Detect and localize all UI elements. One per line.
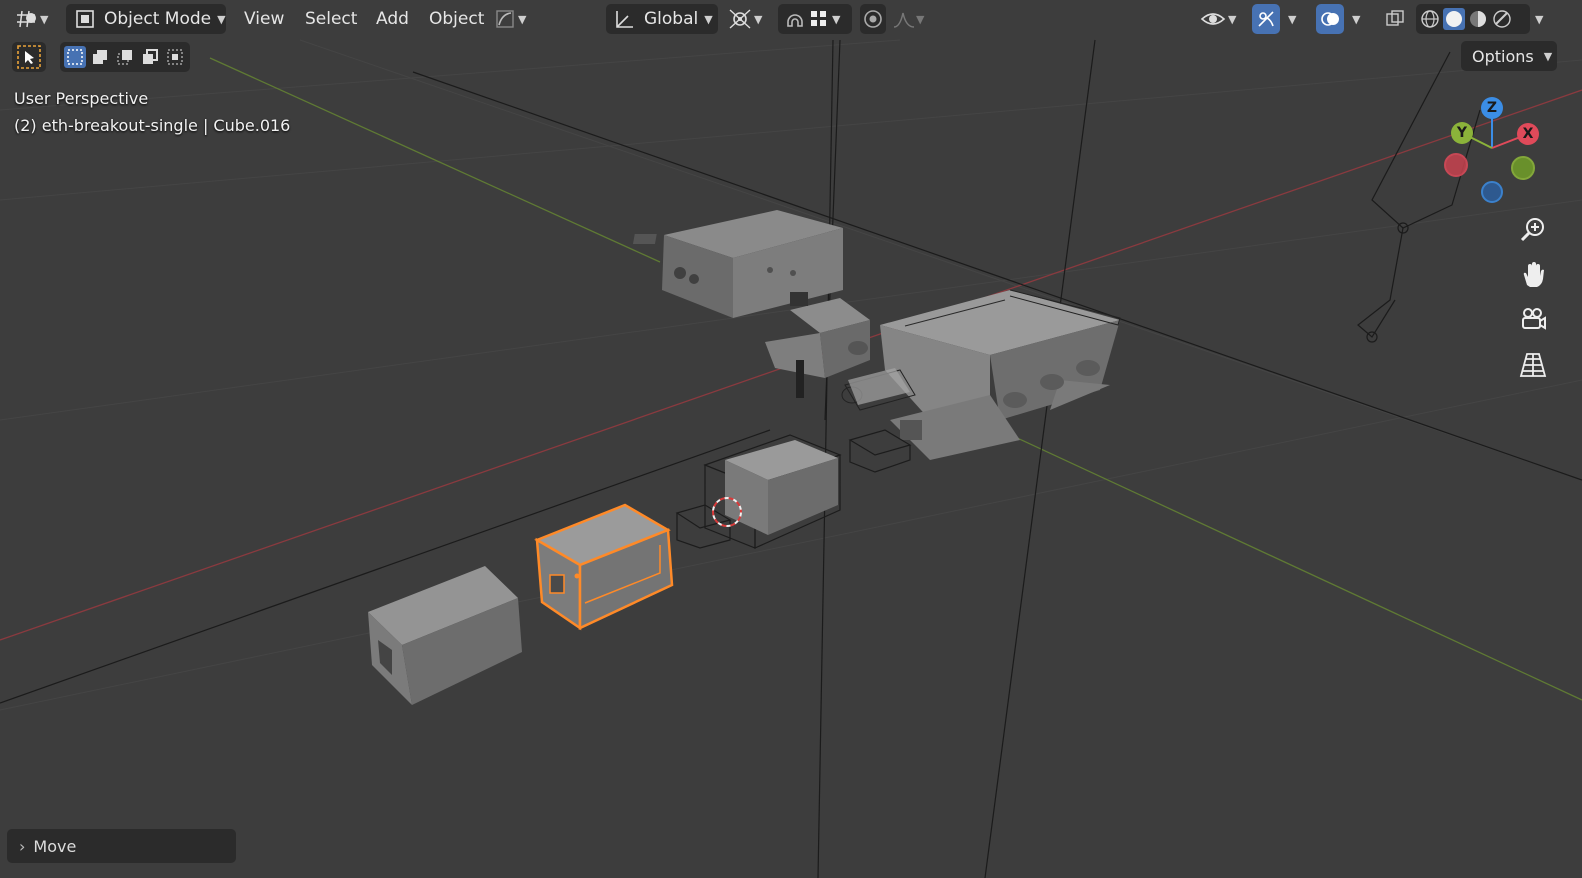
menu-select[interactable]: Select xyxy=(294,4,368,34)
proportional-edit-toggle[interactable] xyxy=(860,4,886,34)
active-tool-button[interactable] xyxy=(12,42,46,72)
object-info-label: (2) eth-breakout-single | Cube.016 xyxy=(14,116,291,135)
camera-view-button[interactable] xyxy=(1513,300,1553,340)
mode-label: Object Mode xyxy=(104,9,212,29)
socket-solid-mesh[interactable] xyxy=(725,440,838,535)
shading-group[interactable] xyxy=(1416,4,1530,34)
selected-cube-016[interactable] xyxy=(534,503,674,631)
gizmo-x-axis[interactable]: X xyxy=(1517,123,1539,145)
gizmo-neg-y-axis[interactable] xyxy=(1511,156,1535,180)
snap-icon[interactable] xyxy=(782,8,808,30)
gizmo-neg-x-axis[interactable] xyxy=(1444,153,1468,177)
select-box-tool-icon xyxy=(16,44,42,70)
visibility-icon xyxy=(1200,8,1226,30)
orientation-dropdown[interactable]: Global ▼ xyxy=(606,4,718,34)
overlay-dropdown[interactable]: ▼ xyxy=(1348,4,1368,34)
main-board-mesh[interactable] xyxy=(841,289,1121,460)
gizmo-icon xyxy=(1255,8,1277,30)
zoom-button[interactable] xyxy=(1513,210,1553,250)
shading-solid-icon[interactable] xyxy=(1443,8,1465,30)
gizmo-y-axis[interactable]: Y xyxy=(1451,122,1473,144)
menu-object[interactable]: Object xyxy=(418,4,495,34)
shading-material-icon[interactable] xyxy=(1467,8,1489,30)
transform-affect-icon xyxy=(494,8,516,30)
pivot-dropdown[interactable]: ▼ xyxy=(728,4,770,34)
y-axis-line xyxy=(209,57,661,263)
last-operator-label: Move xyxy=(33,836,77,856)
perspective-toggle-button[interactable] xyxy=(1513,345,1553,385)
3d-viewport[interactable]: ▼ Object Mode ▼ View Select Add Object ▼… xyxy=(0,0,1582,878)
select-subtract-icon[interactable] xyxy=(114,46,136,68)
overlay-icon xyxy=(1319,8,1341,30)
zoom-icon xyxy=(1519,216,1547,244)
overlay-toggle[interactable] xyxy=(1316,4,1344,34)
select-new-icon[interactable] xyxy=(64,46,86,68)
gizmo-z-axis[interactable]: Z xyxy=(1481,97,1503,119)
selection-mode-group[interactable] xyxy=(60,42,190,72)
select-invert-icon[interactable] xyxy=(139,46,161,68)
pan-hand-icon xyxy=(1519,261,1547,289)
gizmo-neg-z-axis[interactable] xyxy=(1481,181,1503,203)
options-dropdown[interactable]: Options ▼ xyxy=(1461,41,1557,71)
top-enclosure-mesh[interactable] xyxy=(632,210,843,318)
tool-settings-row xyxy=(12,42,190,74)
editor-type-icon xyxy=(14,9,38,29)
last-operator-panel[interactable]: › Move xyxy=(7,829,236,863)
gizmo-dropdown[interactable]: ▼ xyxy=(1284,4,1304,34)
gizmo-toggle[interactable] xyxy=(1252,4,1280,34)
options-label: Options xyxy=(1472,46,1534,66)
menu-view[interactable]: View xyxy=(233,4,295,34)
shading-wireframe-icon[interactable] xyxy=(1419,8,1441,30)
editor-type-dropdown[interactable]: ▼ xyxy=(14,4,60,34)
chevron-down-icon: ▼ xyxy=(704,12,713,26)
orientation-icon xyxy=(612,8,636,30)
snap-grid-icon[interactable] xyxy=(808,8,830,30)
snap-group[interactable]: ▼ xyxy=(778,4,852,34)
mode-dropdown[interactable]: Object Mode ▼ xyxy=(66,4,226,34)
perspective-label: User Perspective xyxy=(14,89,149,108)
navigation-gizmo[interactable]: Z X Y xyxy=(1440,92,1550,207)
floor-grid xyxy=(0,39,1582,711)
shading-rendered-icon[interactable] xyxy=(1491,8,1513,30)
orientation-label: Global xyxy=(644,9,699,29)
falloff-icon xyxy=(892,8,916,30)
transform-affect-dropdown[interactable]: ▼ xyxy=(494,4,536,34)
chevron-down-icon: ▼ xyxy=(217,12,226,26)
viewport-header: ▼ Object Mode ▼ View Select Add Object ▼… xyxy=(0,0,1582,38)
chevron-down-icon: ▼ xyxy=(1543,49,1553,63)
menu-add[interactable]: Add xyxy=(365,4,420,34)
object-mode-icon xyxy=(74,8,96,30)
y-axis-line-far xyxy=(999,429,1582,701)
left-cube-mesh[interactable] xyxy=(368,566,522,705)
select-extend-icon[interactable] xyxy=(89,46,111,68)
falloff-dropdown[interactable]: ▼ xyxy=(892,4,934,34)
proportional-edit-icon xyxy=(862,8,884,30)
camera-view-icon xyxy=(1519,306,1547,334)
xray-toggle[interactable] xyxy=(1382,4,1408,34)
transform-pivot-icon xyxy=(728,8,752,30)
pan-button[interactable] xyxy=(1513,255,1553,295)
select-intersect-icon[interactable] xyxy=(164,46,186,68)
chevron-right-icon: › xyxy=(19,836,26,856)
visibility-dropdown[interactable]: ▼ xyxy=(1200,4,1244,34)
shading-dropdown[interactable]: ▼ xyxy=(1532,4,1550,34)
xray-icon xyxy=(1384,8,1406,30)
perspective-grid-icon xyxy=(1519,351,1547,379)
